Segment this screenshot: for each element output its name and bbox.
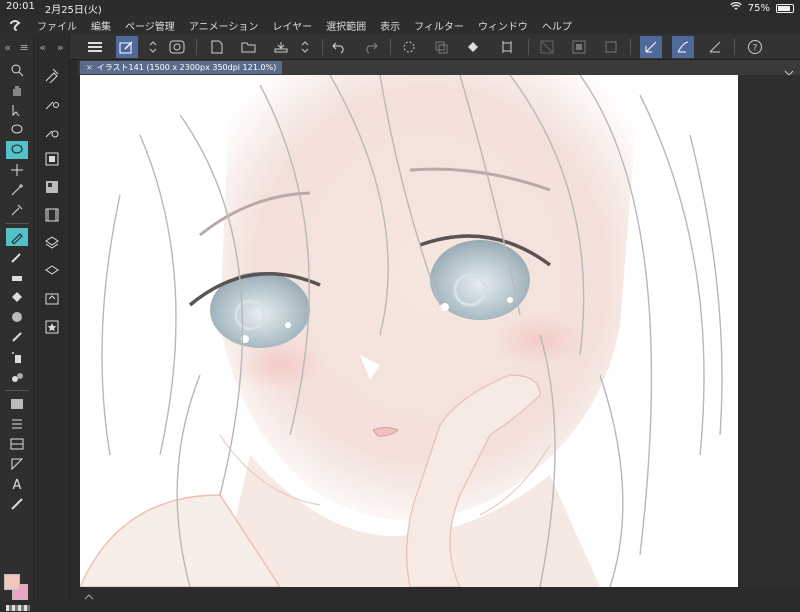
canvas-right-gutter [738,75,800,587]
lasso-icon[interactable] [6,121,28,139]
menu-help[interactable]: ヘルプ [535,18,579,33]
hamburger-menu-icon[interactable] [84,36,106,58]
undo-icon[interactable] [328,36,350,58]
grid-snap-icon[interactable] [704,36,726,58]
ruler-icon[interactable] [6,455,28,473]
gradient-icon[interactable] [6,395,28,413]
menu-selection[interactable]: 選択範囲 [319,18,373,33]
animation-icon[interactable] [41,204,63,226]
collapse-icon[interactable]: « [39,41,46,54]
menu-file[interactable]: ファイル [30,18,84,33]
zoom-icon[interactable] [6,61,28,79]
pattern-icon[interactable] [6,308,28,326]
material-icon[interactable] [41,288,63,310]
transparent-color-icon[interactable] [6,605,30,611]
layer-stack-icon[interactable] [41,260,63,282]
tool-palette: « ≡ A [0,34,34,611]
document-tab[interactable]: × イラスト141 (1500 x 2300px 350dpi 121.0%) [80,61,283,74]
menu-animation[interactable]: アニメーション [182,18,266,33]
collapse-left-icon[interactable]: « [4,41,11,54]
open-file-icon[interactable] [238,36,260,58]
menu-edit[interactable]: 編集 [84,18,118,33]
canvas-area [78,75,800,587]
status-time: 20:01 [6,0,35,12]
loading-icon[interactable] [398,36,420,58]
expand-icon[interactable]: » [57,41,64,54]
invert-selection-icon[interactable] [568,36,590,58]
stepper-icon[interactable] [142,36,164,58]
fill-bucket-icon[interactable] [462,36,484,58]
move-icon[interactable] [6,161,28,179]
clip-studio-logo-icon[interactable] [0,18,30,32]
clip-studio-icon[interactable] [166,36,188,58]
tool-palette-header[interactable]: « ≡ [0,34,33,60]
close-tab-icon[interactable]: × [86,63,93,72]
selection-outline-icon[interactable] [600,36,622,58]
eraser-icon[interactable] [6,268,28,286]
eyedropper-icon[interactable] [6,201,28,219]
command-bar: ? [0,34,800,60]
operation-icon[interactable] [6,101,28,119]
menu-view[interactable]: 表示 [373,18,407,33]
hand-icon[interactable] [6,81,28,99]
layer-icon[interactable] [41,232,63,254]
clear-selection-icon[interactable] [536,36,558,58]
fill-icon[interactable] [6,288,28,306]
chevron-up-icon[interactable] [84,588,94,607]
pen-icon[interactable] [5,228,28,246]
magic-wand-icon[interactable] [6,181,28,199]
frame-icon[interactable] [6,435,28,453]
menu-layer[interactable]: レイヤー [265,18,319,33]
selection-icon[interactable] [5,141,28,159]
favorites-icon[interactable] [41,316,63,338]
stepper-icon-2[interactable] [294,36,316,58]
new-file-icon[interactable] [206,36,228,58]
navigator-icon[interactable] [41,176,63,198]
correction-icon[interactable] [6,328,28,346]
edit-canvas-icon[interactable] [116,36,138,58]
spray-icon[interactable] [6,348,28,366]
balloon-icon[interactable] [6,495,28,513]
ruler-snap-icon[interactable] [640,36,662,58]
layer-property-icon[interactable] [41,148,63,170]
menu-bar: ファイル 編集 ページ管理 アニメーション レイヤー 選択範囲 表示 フィルター… [0,16,800,34]
lines-icon[interactable] [6,415,28,433]
svg-text:?: ? [753,44,758,54]
battery-icon [776,3,794,13]
sub-tool-settings-icon[interactable] [41,92,63,114]
sub-tool-palette: « » [34,34,70,600]
sub-tool-target-icon[interactable] [41,120,63,142]
palette-menu-icon[interactable]: ≡ [20,41,29,54]
pencil-icon[interactable] [6,248,28,266]
help-icon[interactable]: ? [744,36,766,58]
blend-icon[interactable] [6,368,28,386]
redo-icon[interactable] [360,36,382,58]
status-date: 2月25日(火) [44,4,102,16]
battery-percent: 75% [747,2,770,14]
menu-filter[interactable]: フィルター [407,18,471,33]
document-tab-label: イラスト141 (1500 x 2300px 350dpi 121.0%) [96,63,277,72]
menu-page[interactable]: ページ管理 [118,18,182,33]
sub-tool-header[interactable]: « » [34,34,69,60]
menu-window[interactable]: ウィンドウ [471,18,535,33]
sub-tool-pen-icon[interactable] [41,64,63,86]
copy-layer-icon[interactable] [430,36,452,58]
svg-text:A: A [12,478,21,491]
main-color-swatch[interactable] [4,574,20,590]
wifi-icon [730,1,742,14]
ios-status-bar: 20:01 2月25日(火) 75% [0,0,800,16]
save-icon[interactable] [270,36,292,58]
bottom-bar [78,587,800,600]
illustration-canvas[interactable] [80,75,738,587]
text-icon[interactable]: A [6,475,28,493]
document-tab-bar: × イラスト141 (1500 x 2300px 350dpi 121.0%) [78,60,800,76]
crop-icon[interactable] [496,36,518,58]
color-icon[interactable] [4,574,32,612]
special-ruler-snap-icon[interactable] [672,36,694,58]
illustration-art [80,75,723,587]
